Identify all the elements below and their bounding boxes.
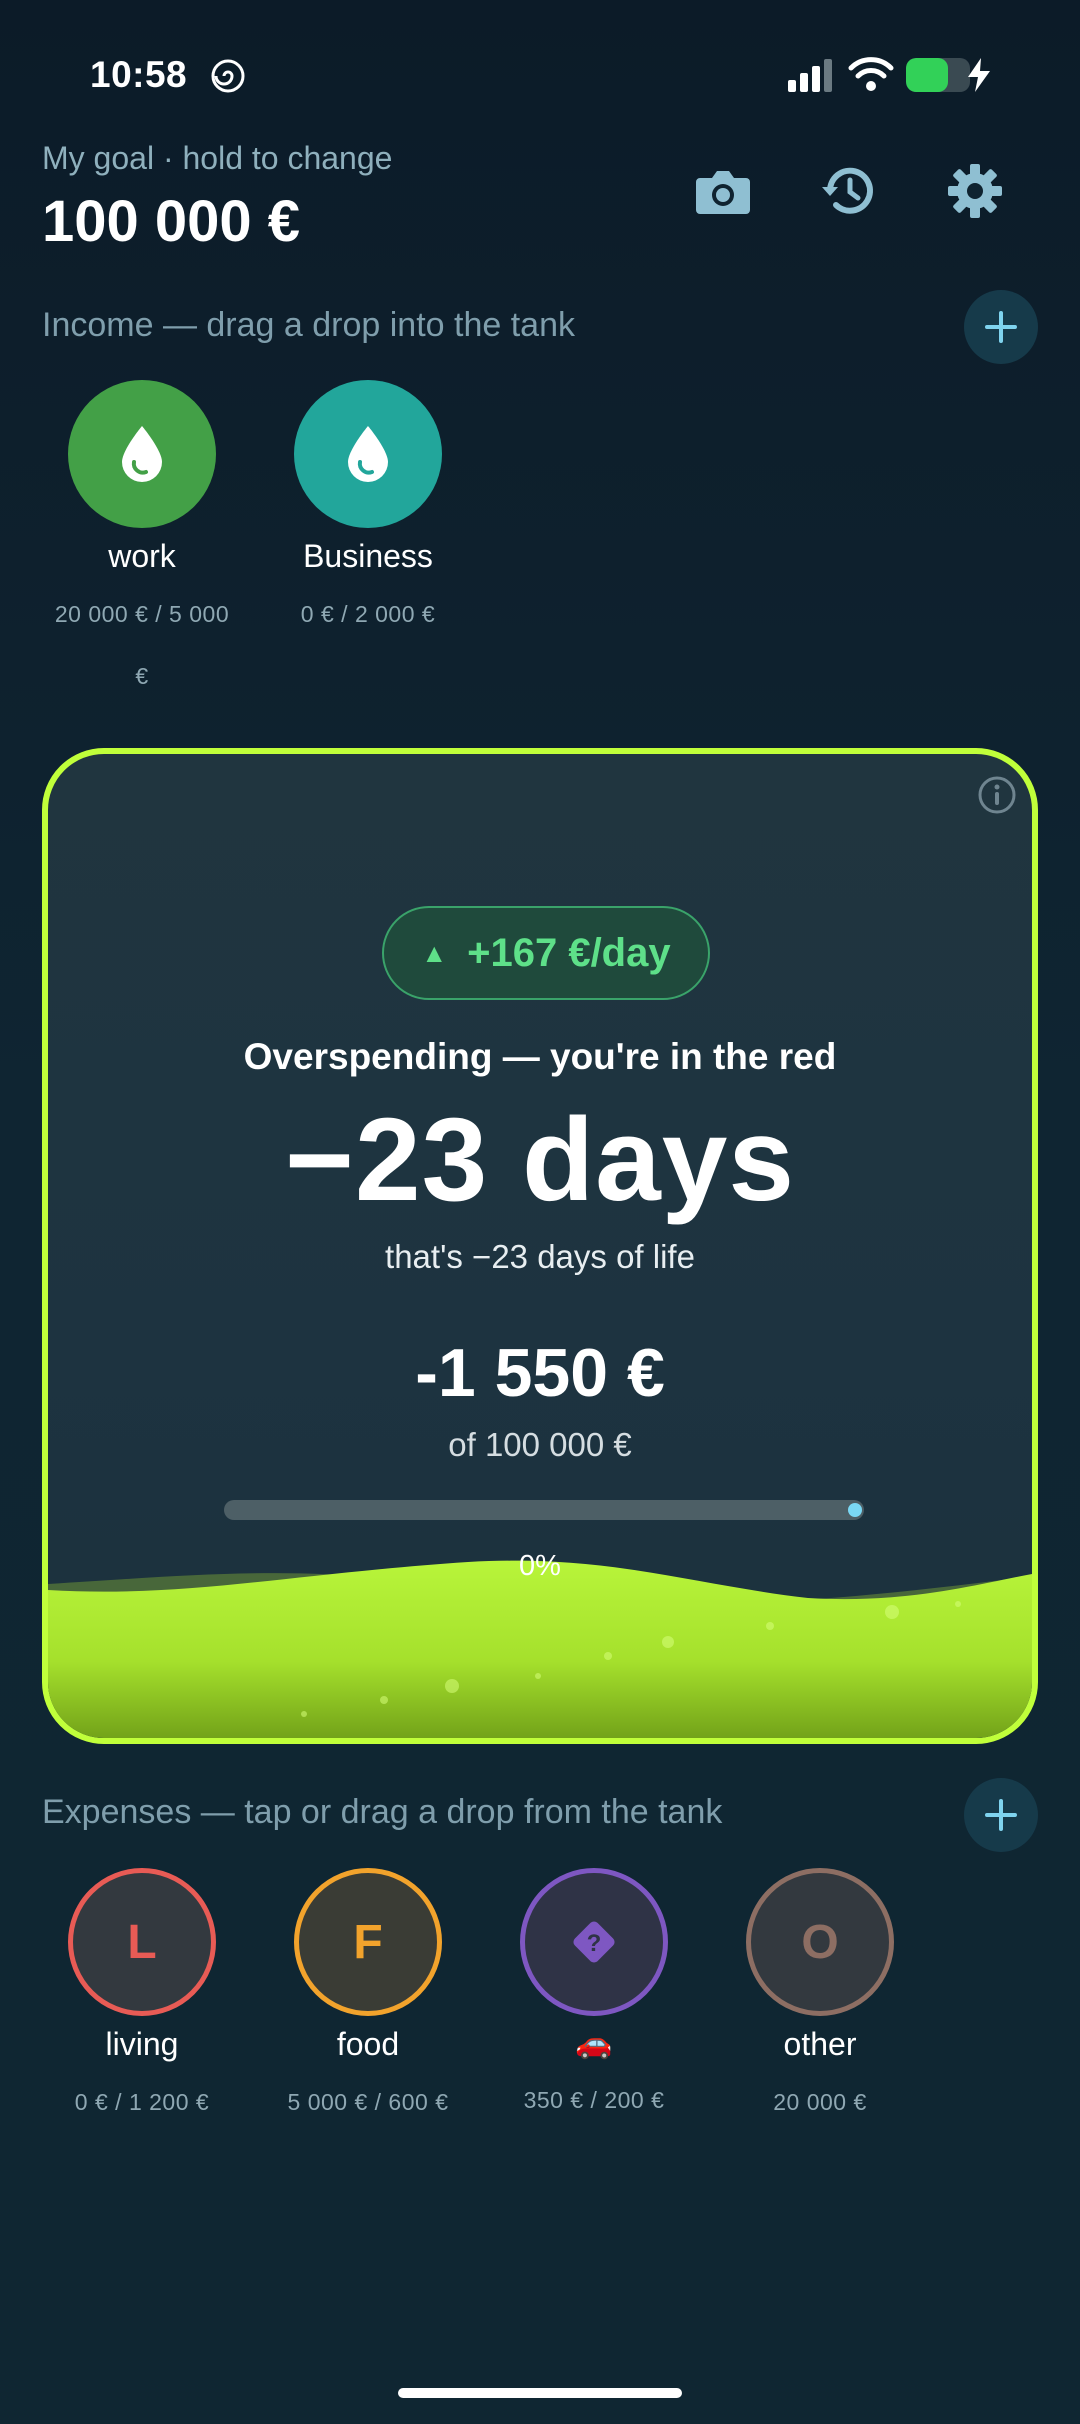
expense-name: food bbox=[336, 2026, 400, 2062]
expense-circle[interactable]: O bbox=[746, 1868, 894, 2016]
expense-item-living[interactable]: L living 0 € / 1 200 € bbox=[22, 1868, 262, 2133]
expense-name: other bbox=[783, 2026, 857, 2062]
expenses-section-title: Expenses — tap or drag a drop from the t… bbox=[42, 1793, 723, 1831]
income-drop-circle[interactable] bbox=[68, 380, 216, 528]
svg-text:?: ? bbox=[587, 1930, 602, 1957]
history-icon[interactable] bbox=[818, 160, 880, 222]
plus-icon bbox=[985, 311, 1017, 343]
battery-fill bbox=[906, 58, 949, 92]
expense-item-car[interactable]: ? 🚗 350 € / 200 € bbox=[474, 1868, 714, 2131]
gear-icon[interactable] bbox=[944, 160, 1006, 222]
income-name: work bbox=[108, 538, 176, 574]
goal-total-text: of 100 000 € bbox=[448, 1426, 632, 1463]
expense-name: living bbox=[105, 2026, 179, 2062]
progress-percent-label: 0% bbox=[519, 1550, 561, 1582]
add-expense-button[interactable] bbox=[964, 1778, 1038, 1852]
up-arrow-icon: ▲ bbox=[421, 937, 448, 968]
home-indicator[interactable] bbox=[398, 2388, 682, 2398]
days-value: −23 days bbox=[285, 1094, 795, 1226]
status-time: 10:58 bbox=[90, 54, 188, 95]
goal-label[interactable]: My goal · hold to change bbox=[42, 140, 392, 177]
income-section-title: Income — drag a drop into the tank bbox=[42, 306, 575, 344]
wifi-icon bbox=[848, 57, 894, 91]
expense-amount: 350 € / 200 € bbox=[523, 2087, 665, 2113]
income-item-business[interactable]: Business 0 € / 2 000 € bbox=[248, 380, 488, 645]
expense-item-other[interactable]: O other 20 000 € bbox=[700, 1868, 940, 2133]
camera-icon[interactable] bbox=[692, 160, 754, 222]
expense-amount: 5 000 € / 600 € bbox=[287, 2089, 449, 2115]
daily-rate-value: +167 €/day bbox=[467, 930, 671, 975]
expense-circle[interactable]: ? bbox=[520, 1868, 668, 2016]
income-drop-circle[interactable] bbox=[294, 380, 442, 528]
question-diamond-icon: ? bbox=[573, 1921, 615, 1963]
charging-bolt-icon bbox=[968, 58, 990, 92]
drop-icon bbox=[122, 426, 162, 482]
income-item-work[interactable]: work 20 000 € / 5 000 € bbox=[22, 380, 262, 707]
days-subtitle: that's −23 days of life bbox=[385, 1238, 695, 1275]
expense-amount: 0 € / 1 200 € bbox=[74, 2089, 210, 2115]
daily-rate-badge: ▲ +167 €/day bbox=[382, 906, 710, 1000]
add-income-button[interactable] bbox=[964, 290, 1038, 364]
tank-status-text: Overspending — you're in the red bbox=[243, 1036, 837, 1077]
cellular-signal-icon bbox=[788, 59, 832, 92]
expense-amount: 20 000 € bbox=[773, 2089, 867, 2115]
income-amount: 0 € / 2 000 € bbox=[300, 601, 436, 627]
savings-tank[interactable]: ▲ +167 €/day Overspending — you're in th… bbox=[42, 748, 1038, 1744]
balance-value: -1 550 € bbox=[415, 1335, 665, 1411]
goal-value[interactable]: 100 000 € bbox=[42, 188, 300, 255]
expense-circle[interactable]: F bbox=[294, 1868, 442, 2016]
goal-progress-bar bbox=[224, 1500, 864, 1520]
expense-circle[interactable]: L bbox=[68, 1868, 216, 2016]
expense-name: 🚗 bbox=[575, 2027, 613, 2060]
info-icon[interactable] bbox=[976, 774, 1018, 816]
income-amount: 20 000 € / 5 000 € bbox=[54, 601, 230, 689]
progress-marker bbox=[848, 1503, 862, 1517]
drop-icon bbox=[348, 426, 388, 482]
income-name: Business bbox=[303, 538, 433, 574]
battery-indicator bbox=[906, 58, 970, 92]
expense-item-food[interactable]: F food 5 000 € / 600 € bbox=[248, 1868, 488, 2133]
plus-icon bbox=[985, 1799, 1017, 1831]
spiral-icon bbox=[211, 59, 245, 93]
